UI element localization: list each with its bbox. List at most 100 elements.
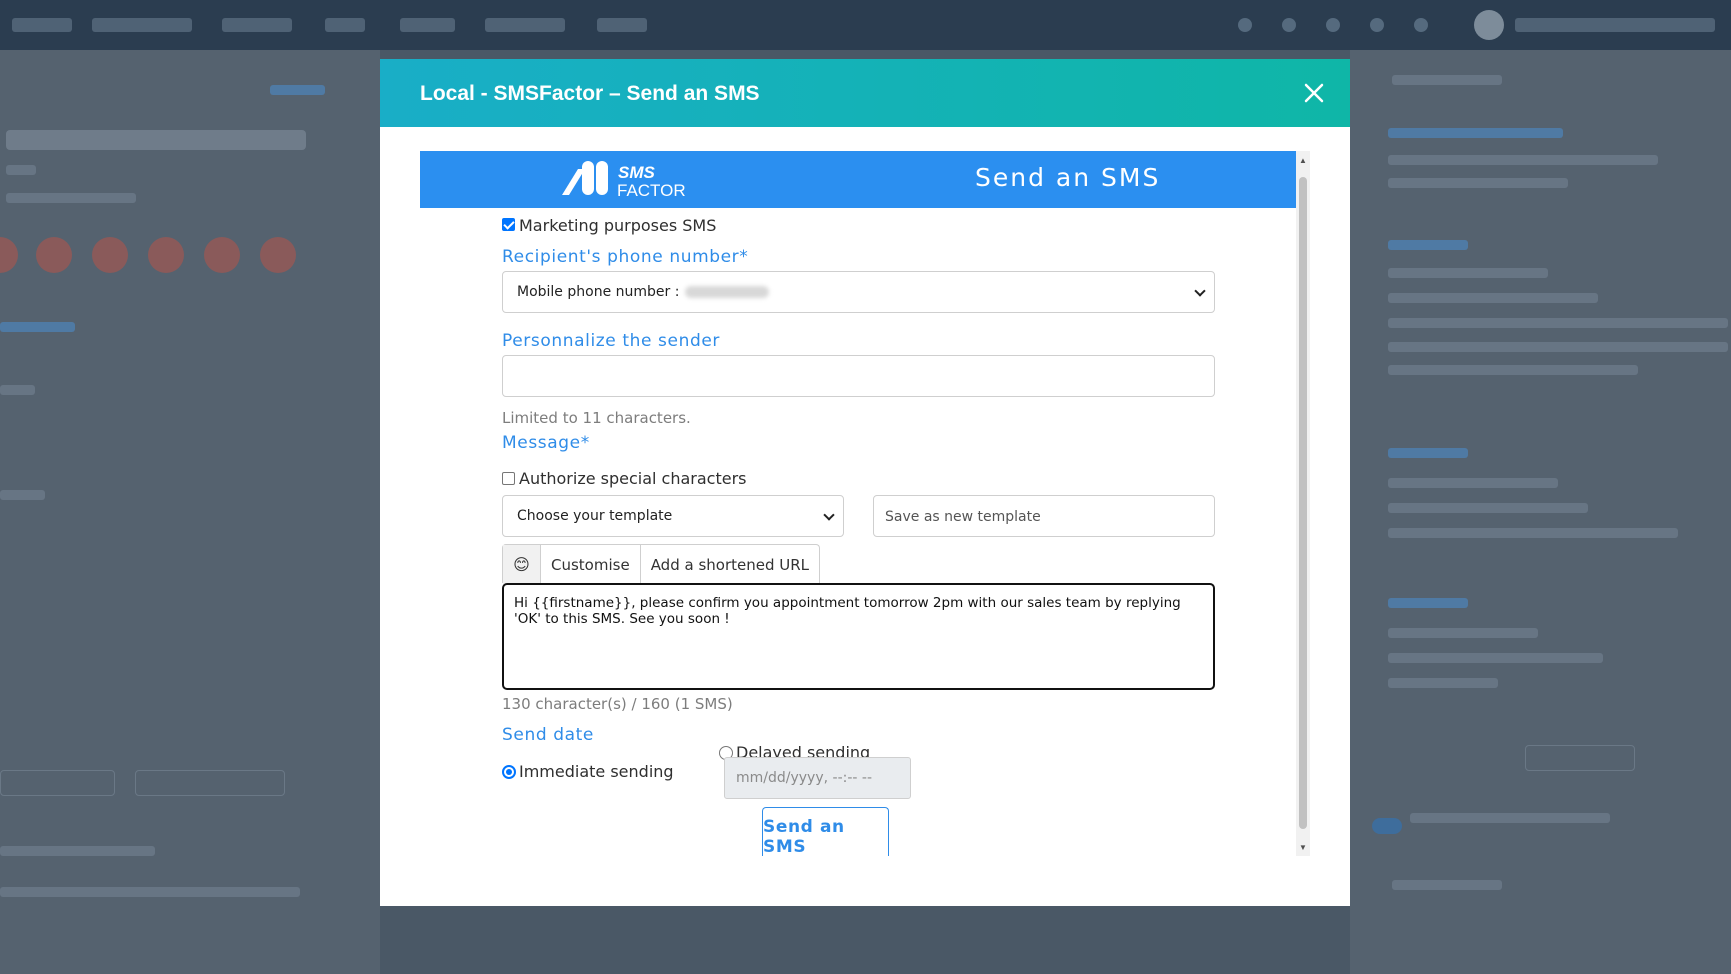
bg-line [6,165,36,175]
bg-line [0,846,155,856]
bg-action-circle [36,237,72,273]
bg-nav-icon [1370,18,1384,32]
bg-line [6,193,136,203]
message-label: Message* [502,433,590,453]
immediate-sending-label: Immediate sending [519,762,674,781]
modal-header: Local - SMSFactor – Send an SMS [380,59,1350,127]
smiley-icon: 😊 [513,555,530,574]
bg-toggle [1372,818,1402,834]
special-characters-label: Authorize special characters [519,469,747,488]
bg-line [1388,528,1678,538]
bg-nav-icon [1238,18,1252,32]
add-shortened-url-button[interactable]: Add a shortened URL [641,545,819,584]
send-date-label: Send date [502,725,594,745]
bg-line [1388,598,1468,608]
bg-line [0,322,75,332]
sender-hint: Limited to 11 characters. [502,409,691,427]
bg-line [1388,678,1498,688]
bg-line [1388,128,1563,138]
bg-nav-icon [1414,18,1428,32]
bg-line [1388,318,1728,328]
bg-line [1392,75,1502,85]
bg-line [1388,342,1728,352]
bg-button [1525,745,1635,771]
banner-title: Send an SMS [975,163,1161,192]
recipient-label: Recipient's phone number* [502,247,749,267]
immediate-sending-radio[interactable] [502,765,516,779]
save-template-placeholder: Save as new template [885,509,1041,525]
emoji-button[interactable]: 😊 [503,545,541,584]
bg-line [1410,813,1610,823]
smsfactor-logo: SMS FACTOR [562,161,686,200]
close-button[interactable] [1298,77,1330,109]
bg-line [1388,653,1603,663]
save-template-input[interactable]: Save as new template [873,495,1215,537]
chevron-down-icon [823,509,835,521]
character-counter: 130 character(s) / 160 (1 SMS) [502,695,733,713]
background-left-panel [0,50,380,974]
bg-line [270,85,325,95]
bg-action-circle [260,237,296,273]
bg-action-circle [0,237,18,273]
sms-form-frame: SMS FACTOR Send an SMS Marketing purpose… [420,151,1310,856]
background-right-panel [1350,50,1731,974]
bg-line [1388,365,1638,375]
background-topbar [0,0,1731,50]
bg-nav-item [92,18,192,32]
scroll-down-icon[interactable]: ▼ [1296,838,1310,856]
sender-label: Personnalize the sender [502,331,720,351]
logo-text-sms: SMS [618,163,656,182]
bg-nav-item [400,18,455,32]
logo-text-factor: FACTOR [617,181,686,200]
form-scrollbar[interactable]: ▲ ▼ [1296,151,1310,856]
recipient-select-value: Mobile phone number : [517,284,680,300]
redacted-phone-number [685,286,770,298]
bg-line [1388,478,1558,488]
close-icon [1304,83,1324,103]
modal-title: Local - SMSFactor – Send an SMS [420,82,760,105]
bg-action-circle [204,237,240,273]
customise-button[interactable]: Customise [541,545,641,584]
bg-action-circle [92,237,128,273]
bg-line [1388,503,1588,513]
scroll-thumb[interactable] [1299,177,1307,829]
bg-line [1388,628,1538,638]
scroll-up-icon[interactable]: ▲ [1296,151,1310,169]
template-select[interactable]: Choose your template [502,495,844,537]
bg-line [0,490,45,500]
delayed-datetime-input[interactable]: mm/dd/yyyy, --:-- -- [724,757,911,799]
bg-line [1388,448,1468,458]
bg-line [1388,178,1568,188]
chevron-down-icon [1194,285,1206,297]
bg-button [0,770,115,796]
marketing-checkbox-label: Marketing purposes SMS [519,216,717,235]
bg-nav-item [597,18,647,32]
bg-line [1388,293,1598,303]
bg-title [6,130,306,150]
send-sms-button[interactable]: Send an SMS [762,807,889,856]
bg-nav-icon [1326,18,1340,32]
bg-line [1388,268,1548,278]
bg-line [1388,240,1468,250]
marketing-checkbox[interactable] [502,218,515,231]
bg-line [1388,155,1658,165]
bg-line [1392,880,1502,890]
sms-form-content: SMS FACTOR Send an SMS Marketing purpose… [420,151,1296,856]
smsfactor-banner: SMS FACTOR Send an SMS [420,151,1296,208]
bg-nav-item [222,18,292,32]
recipient-select[interactable]: Mobile phone number : [502,271,1215,313]
bg-line [0,887,300,897]
bg-nav-item [325,18,365,32]
message-textarea[interactable]: Hi {{firstname}}, please confirm you app… [502,583,1215,690]
message-toolbar: 😊 Customise Add a shortened URL [502,544,821,584]
bg-avatar [1474,10,1504,40]
sender-input[interactable] [502,355,1215,397]
send-sms-modal: Local - SMSFactor – Send an SMS SMS FACT… [380,59,1350,906]
bg-line [0,385,35,395]
bg-nav-item [12,18,72,32]
special-characters-checkbox[interactable] [502,472,515,485]
bg-button [135,770,285,796]
bg-nav-item [1515,18,1715,32]
bg-action-circle [148,237,184,273]
bg-nav-icon [1282,18,1296,32]
